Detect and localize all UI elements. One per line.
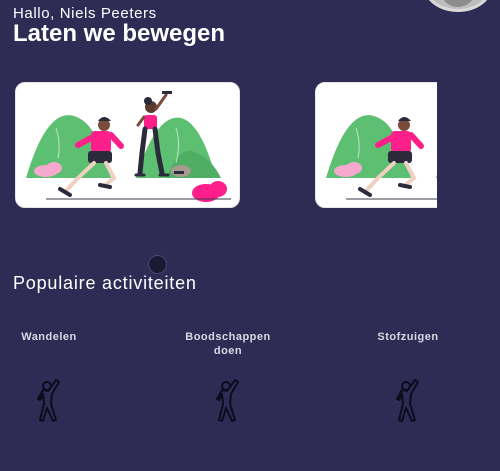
avatar[interactable] [423, 0, 493, 12]
activity-label: Wandelen [21, 331, 77, 343]
activity-label-line: Boodschappen doen [185, 331, 271, 357]
activity-carousel[interactable] [0, 80, 437, 210]
avatar-face [440, 0, 476, 7]
carousel-indicator-dot[interactable] [148, 255, 167, 274]
stretching-person-icon [396, 379, 419, 422]
page-title: Laten we bewegen [13, 20, 226, 47]
stretching-person-icon [37, 379, 60, 422]
carousel-card-2[interactable] [315, 82, 437, 208]
activity-item-boodschappen[interactable]: Boodschappen doen [168, 330, 288, 426]
activity-item-stofzuigen[interactable]: Stofzuigen [348, 330, 468, 426]
section-title-popular: Populaire activiteiten [13, 273, 197, 293]
activity-label: Boodschappen doen [168, 330, 288, 362]
running-and-fitness-illustration [16, 83, 239, 207]
running-and-fitness-illustration [316, 83, 437, 207]
stretching-person-icon [216, 379, 239, 422]
carousel-card-1[interactable] [15, 82, 240, 208]
activity-item-wandelen[interactable]: Wandelen [0, 330, 109, 426]
activity-label: Stofzuigen [377, 331, 439, 343]
